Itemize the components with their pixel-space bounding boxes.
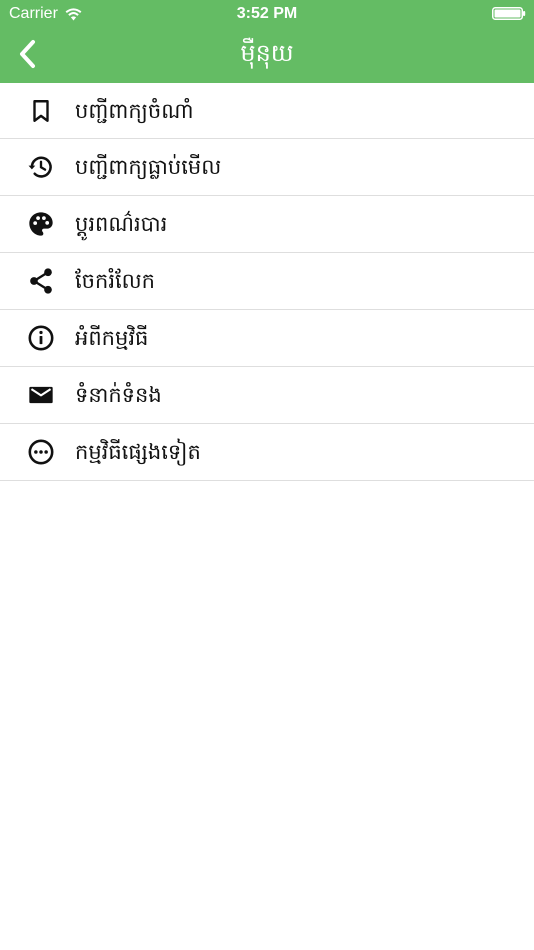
menu-item-history[interactable]: បញ្ជីពាក្យធ្លាប់មើល (0, 139, 534, 196)
history-icon (0, 139, 82, 196)
menu-list: បញ្ជីពាក្យចំណាំ បញ្ជីពាក្យធ្លាប់មើល ប្តូ… (0, 83, 534, 481)
mail-icon (0, 367, 82, 424)
menu-item-contact[interactable]: ទំនាក់ទំនង (0, 367, 534, 424)
share-icon (0, 253, 82, 310)
menu-item-share[interactable]: ចែករំលែក (0, 253, 534, 310)
status-bar: Carrier 3:52 PM (0, 0, 534, 28)
page-title: ម៉ឺនុយ (240, 39, 294, 67)
menu-item-label: ទំនាក់ទំនង (75, 383, 162, 407)
menu-item-bookmarks[interactable]: បញ្ជីពាក្យចំណាំ (0, 83, 534, 139)
menu-item-label: បញ្ជីពាក្យចំណាំ (75, 98, 194, 123)
menu-item-color[interactable]: ប្តូរពណ៌របារ (0, 196, 534, 253)
bookmark-icon (0, 82, 82, 139)
more-horizontal-icon (0, 424, 82, 481)
menu-item-label: បញ្ជីពាក្យធ្លាប់មើល (75, 155, 222, 179)
menu-item-label: អំពីកម្មវិធី (75, 326, 149, 350)
app-header: Carrier 3:52 PM ម៉ឺនុយ (0, 0, 534, 83)
menu-item-about[interactable]: អំពីកម្មវិធី (0, 310, 534, 367)
status-time: 3:52 PM (236, 5, 298, 22)
info-icon (0, 310, 82, 367)
menu-item-label: កម្មវិធីផ្សេងទៀត (75, 440, 201, 464)
menu-item-label: ចែករំលែក (75, 269, 155, 293)
menu-item-more-apps[interactable]: កម្មវិធីផ្សេងទៀត (0, 424, 534, 481)
palette-icon (0, 196, 82, 253)
battery-icon (492, 7, 526, 20)
menu-item-label: ប្តូរពណ៌របារ (75, 212, 168, 236)
navigation-bar: ម៉ឺនុយ (0, 28, 534, 83)
menu-screen: Carrier 3:52 PM ម៉ឺនុយ បញ្ជីពាក្យចំណាំ ប… (0, 0, 534, 950)
